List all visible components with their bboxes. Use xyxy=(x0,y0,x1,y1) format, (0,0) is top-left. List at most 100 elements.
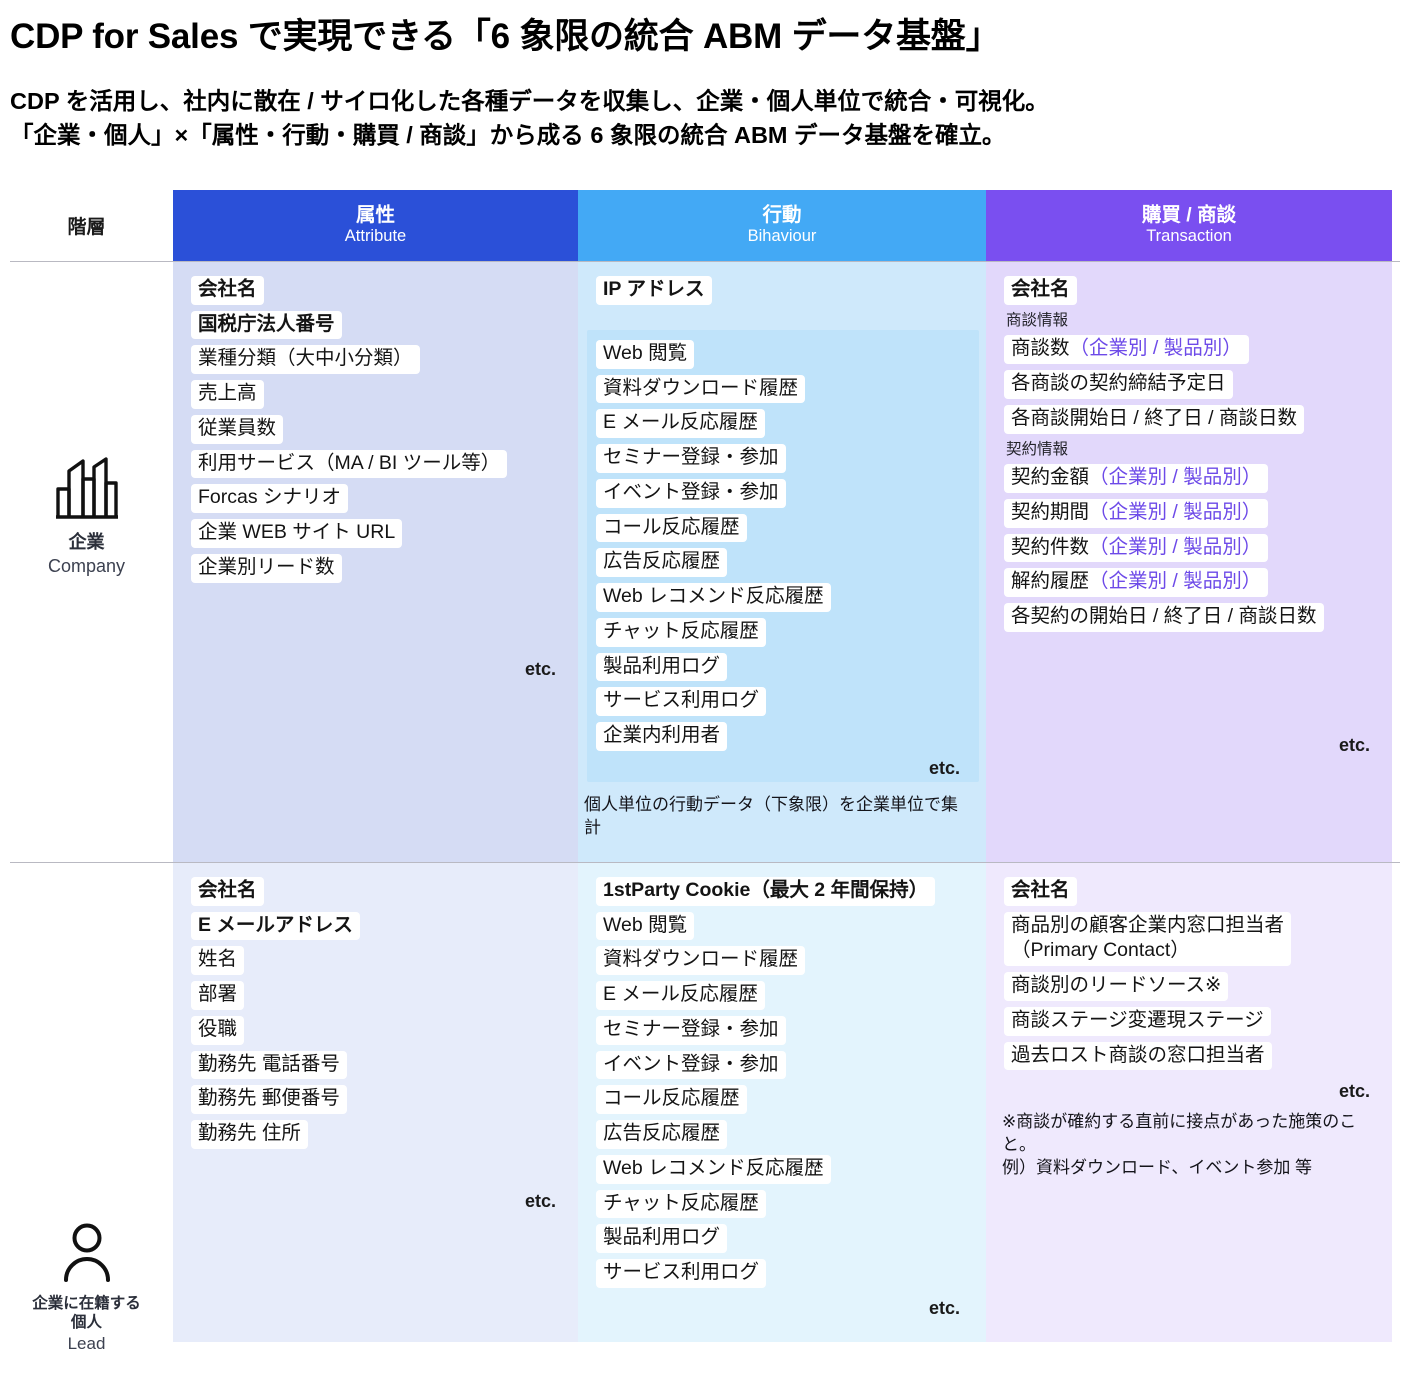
column-header-attribute: 属性 Attribute xyxy=(173,190,578,261)
chip-item: Web レコメンド反応履歴 xyxy=(596,1154,831,1184)
chip-main: 各商談開始日 / 終了日 / 商談日数 xyxy=(1011,406,1298,429)
column-header-transaction: 購買 / 商談 Transaction xyxy=(986,190,1392,261)
chip-list-lead-behaviour: 1stParty Cookie（最大 2 年間保持） Web 閲覧 資料ダウンロ… xyxy=(596,877,936,1294)
etc-label: etc. xyxy=(524,1191,556,1211)
cell-lead-behaviour: 1stParty Cookie（最大 2 年間保持） Web 閲覧 資料ダウンロ… xyxy=(578,863,986,1342)
chip-main: 契約金額 xyxy=(1011,466,1090,489)
behaviour-note-company: 個人単位の行動データ（下象限）を企業単位で集計 xyxy=(584,795,958,837)
chip-item: 国税庁法人番号 xyxy=(191,310,342,340)
chip-item-headline: 1stParty Cookie（最大 2 年間保持） xyxy=(596,877,936,906)
chip-item-headline: IP アドレス xyxy=(596,276,712,305)
chip-item: Web 閲覧 xyxy=(596,911,695,941)
chip-item: 企業 WEB サイト URL xyxy=(191,519,403,548)
chip-item: Web 閲覧 xyxy=(596,340,695,369)
chip-main: 各商談の契約締結予定日 xyxy=(1011,372,1226,395)
column-header-attribute-jp: 属性 xyxy=(355,204,395,227)
column-header-behaviour: 行動 Bihaviour xyxy=(578,190,986,261)
chip-item: 会社名 xyxy=(191,877,264,906)
chip-sub: （企業別 / 製品別） xyxy=(1069,337,1242,360)
chip-headline-company-behaviour: IP アドレス xyxy=(596,276,712,311)
row-label-lead-jp-line2: 個人 xyxy=(70,1314,102,1331)
chip-item: 契約期間（企業別 / 製品別） xyxy=(1004,498,1269,528)
chip-item: 各商談開始日 / 終了日 / 商談日数 xyxy=(1004,404,1305,434)
chip-list-lead-transaction: 会社名 商品別の顧客企業内窓口担当者 （Primary Contact） 商談別の… xyxy=(1004,877,1376,1076)
chip-item: E メール反応履歴 xyxy=(596,981,765,1010)
column-header-behaviour-en: Bihaviour xyxy=(747,227,817,246)
page-title: CDP for Sales で実現できる「6 象限の統合 ABM データ基盤」 xyxy=(10,17,1001,56)
chip-item: コール反応履歴 xyxy=(596,1085,747,1115)
chip-item: サービス利用ログ xyxy=(596,687,767,717)
chip-item: E メール反応履歴 xyxy=(596,409,765,439)
chip-list-company-behaviour: Web 閲覧 資料ダウンロード履歴 E メール反応履歴 セミナー登録・参加 イベ… xyxy=(596,340,831,757)
hierarchy-corner-label: 階層 xyxy=(67,217,106,238)
chip-item: 業種分類（大中小分類） xyxy=(191,345,420,375)
chip-item: セミナー登録・参加 xyxy=(596,444,786,473)
chip-item: チャット反応履歴 xyxy=(596,1189,766,1219)
cell-company-transaction: 会社名 商談情報 商談数（企業別 / 製品別） 各商談の契約締結予定日 各商談開… xyxy=(986,262,1392,862)
group-label-keiyaku: 契約情報 xyxy=(1006,440,1069,458)
chip-main: 契約期間 xyxy=(1011,500,1090,523)
chip-sub: （企業別 / 製品別） xyxy=(1089,570,1262,593)
column-header-transaction-jp: 購買 / 商談 xyxy=(1141,204,1237,227)
abm-matrix: 階層 属性 Attribute 行動 Bihaviour 購買 / 商談 Tra… xyxy=(0,190,1410,1353)
chip-item: セミナー登録・参加 xyxy=(596,1015,786,1045)
chip-sub: （企業別 / 製品別） xyxy=(1089,466,1262,489)
chip-main: 商談数 xyxy=(1011,337,1070,360)
building-icon xyxy=(54,457,120,521)
chip-item: 広告反応履歴 xyxy=(596,548,728,578)
chip-item: 広告反応履歴 xyxy=(596,1120,728,1149)
chip-item: 会社名 xyxy=(191,276,264,305)
etc-label: etc. xyxy=(1338,1081,1370,1101)
chip-item: 資料ダウンロード履歴 xyxy=(596,946,806,976)
chip-item: 各契約の開始日 / 終了日 / 商談日数 xyxy=(1004,603,1324,632)
row-label-lead-jp-line1: 企業に在籍する xyxy=(32,1294,141,1312)
matrix-row-company: 企業 Company 会社名 国税庁法人番号 業種分類（大中小分類） 売上高 従… xyxy=(0,262,1410,862)
chip-item: 企業内利用者 xyxy=(596,722,728,751)
chip-item: 部署 xyxy=(191,981,245,1010)
row-label-company: 企業 Company xyxy=(0,422,173,612)
cell-company-behaviour: IP アドレス Web 閲覧 資料ダウンロード履歴 E メール反応履歴 セミナー… xyxy=(578,262,986,862)
etc-label: etc. xyxy=(928,758,960,778)
chip-sub: （企業別 / 製品別） xyxy=(1089,500,1262,523)
chip-main: 解約履歴 xyxy=(1011,570,1090,593)
column-header-transaction-en: Transaction xyxy=(1146,227,1232,246)
etc-label: etc. xyxy=(928,1298,960,1318)
chip-list-company-transaction: 会社名 商談情報 商談数（企業別 / 製品別） 各商談の契約締結予定日 各商談開… xyxy=(1004,276,1376,638)
chip-item: 商品別の顧客企業内窓口担当者 （Primary Contact） xyxy=(1004,911,1292,967)
chip-item: 売上高 xyxy=(191,380,264,409)
chip-item: 商談ステージ変遷現ステージ xyxy=(1004,1006,1271,1036)
lede-line-2: 「企業・個人」×「属性・行動・購買 / 商談」から成る 6 象限の統合 ABM … xyxy=(10,122,1006,149)
page-lede: CDP を活用し、社内に散在 / サイロ化した各種データを収集し、企業・個人単位… xyxy=(10,84,1400,152)
chip-item: Web レコメンド反応履歴 xyxy=(596,583,831,612)
chip-list-company-attribute: 会社名 国税庁法人番号 業種分類（大中小分類） 売上高 従業員数 利用サービス（… xyxy=(191,276,508,589)
chip-list-lead-attribute: 会社名 E メールアドレス 姓名 部署 役職 勤務先 電話番号 勤務先 郵便番号… xyxy=(191,877,360,1155)
cell-lead-transaction: 会社名 商品別の顧客企業内窓口担当者 （Primary Contact） 商談別の… xyxy=(986,863,1392,1342)
chip-item: 勤務先 住所 xyxy=(191,1120,308,1149)
chip-main-2: （Primary Contact） xyxy=(1011,939,1190,962)
chip-item: 契約金額（企業別 / 製品別） xyxy=(1004,464,1269,493)
cell-company-attribute: 会社名 国税庁法人番号 業種分類（大中小分類） 売上高 従業員数 利用サービス（… xyxy=(173,262,578,862)
chip-item: 利用サービス（MA / BI ツール等） xyxy=(191,449,508,479)
chip-item: 各商談の契約締結予定日 xyxy=(1004,370,1233,399)
group-label-shodan: 商談情報 xyxy=(1006,311,1069,329)
chip-item: サービス利用ログ xyxy=(596,1259,767,1288)
chip-item-headline: 会社名 xyxy=(1004,877,1077,906)
chip-item: Forcas シナリオ xyxy=(191,484,349,514)
chip-item: 製品利用ログ xyxy=(596,652,728,682)
chip-item: 商談別のリードソース※ xyxy=(1004,972,1229,1001)
chip-item: 商談数（企業別 / 製品別） xyxy=(1004,335,1249,365)
etc-label: etc. xyxy=(524,659,556,679)
note-line-2: と。 xyxy=(1002,1134,1036,1154)
etc-label: etc. xyxy=(1338,735,1370,755)
transaction-note-lead: ※商談が確約する直前に接点があった施策のこ と。 例）資料ダウンロード、イベント… xyxy=(1002,1111,1382,1180)
chip-item: イベント登録・参加 xyxy=(596,1050,786,1080)
chip-main: 各契約の開始日 / 終了日 / 商談日数 xyxy=(1011,605,1317,628)
lede-line-1: CDP を活用し、社内に散在 / サイロ化した各種データを収集し、企業・個人単位… xyxy=(10,88,1049,114)
chip-item: 姓名 xyxy=(191,946,245,976)
chip-item: 役職 xyxy=(191,1015,245,1045)
chip-item-headline: 会社名 xyxy=(1004,276,1077,305)
chip-item: コール反応履歴 xyxy=(596,513,747,543)
column-header-attribute-en: Attribute xyxy=(344,227,407,246)
chip-item: イベント登録・参加 xyxy=(596,478,786,508)
chip-item: 解約履歴（企業別 / 製品別） xyxy=(1004,568,1269,598)
